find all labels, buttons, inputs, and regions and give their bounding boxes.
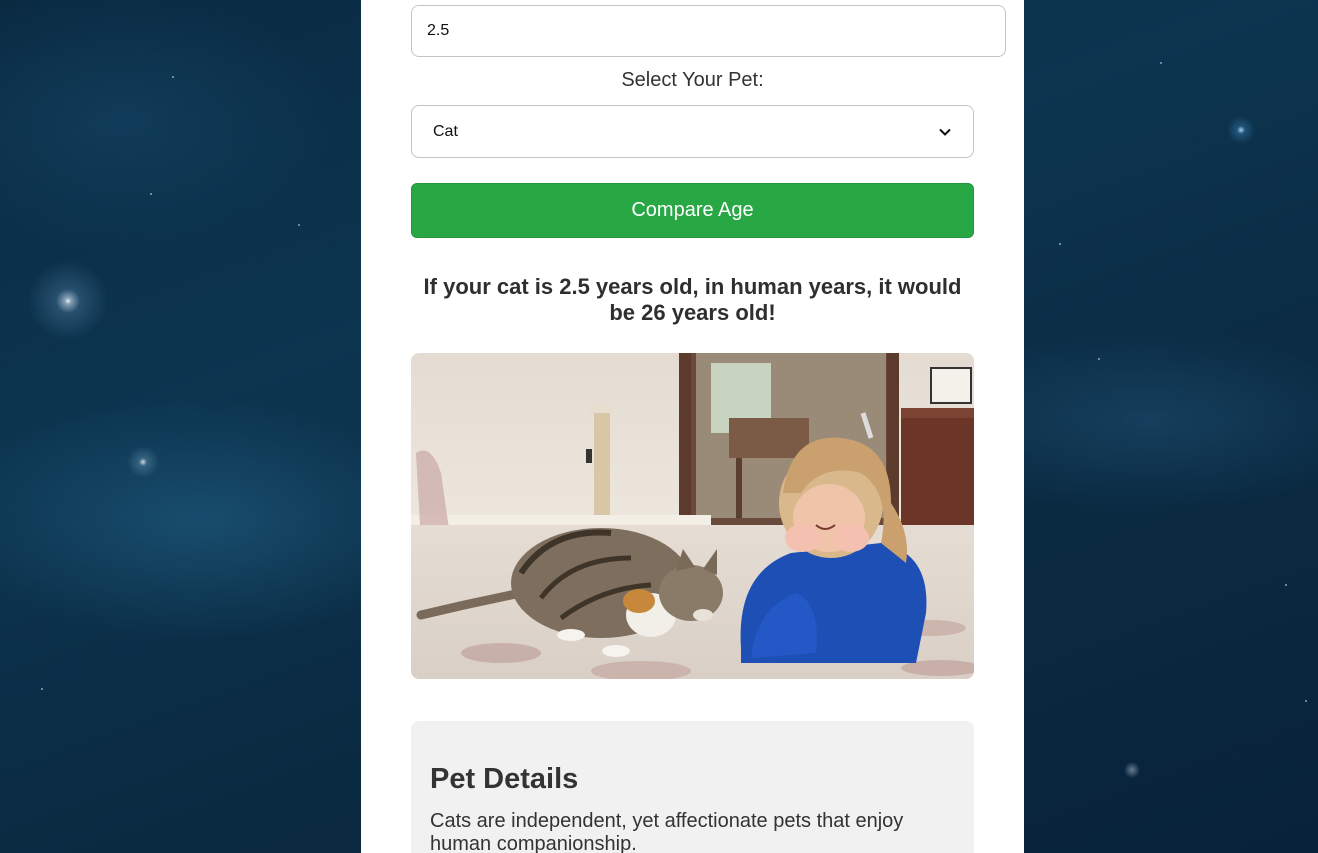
main-panel: 2.5 Select Your Pet: Cat Compare Age If …: [361, 0, 1024, 853]
pet-age-input[interactable]: 2.5: [411, 5, 1006, 57]
pet-select-value: Cat: [433, 122, 458, 140]
compare-age-button[interactable]: Compare Age: [411, 183, 974, 238]
pet-details-card: Pet Details Cats are independent, yet af…: [411, 721, 974, 853]
result-text: If your cat is 2.5 years old, in human y…: [423, 274, 962, 325]
select-pet-label: Select Your Pet:: [621, 69, 764, 91]
pet-details-description: Cats are independent, yet affectionate p…: [430, 810, 904, 853]
pet-details-title: Pet Details: [430, 763, 579, 795]
pet-select[interactable]: Cat: [411, 105, 974, 158]
chevron-down-icon: [939, 128, 951, 136]
cat-and-girl-photo: [411, 353, 974, 679]
